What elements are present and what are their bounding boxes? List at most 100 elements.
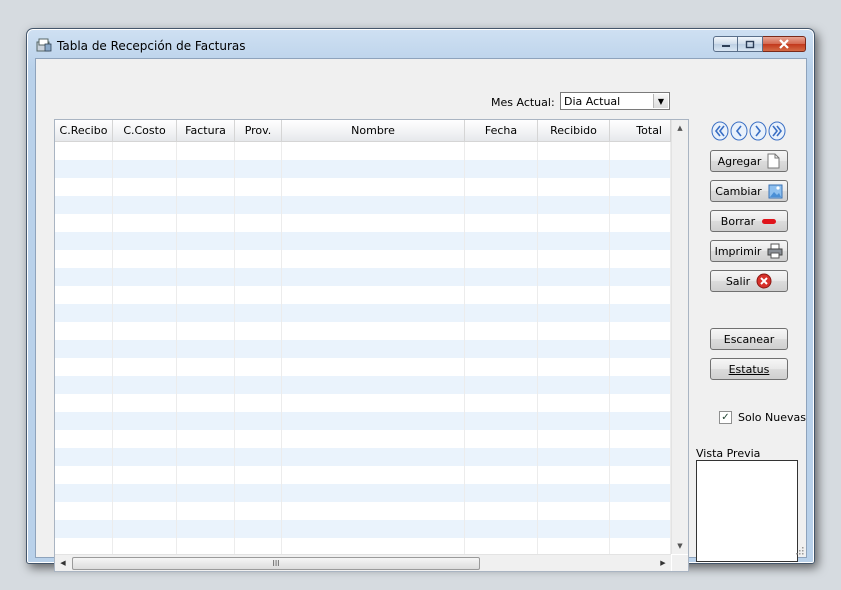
table-row[interactable] — [55, 520, 671, 538]
table-cell[interactable] — [55, 484, 113, 502]
table-cell[interactable] — [610, 502, 671, 520]
table-cell[interactable] — [177, 304, 235, 322]
table-cell[interactable] — [177, 322, 235, 340]
table-cell[interactable] — [177, 250, 235, 268]
title-bar[interactable]: Tabla de Recepción de Facturas — [27, 29, 814, 59]
table-cell[interactable] — [538, 232, 610, 250]
table-cell[interactable] — [235, 484, 282, 502]
table-cell[interactable] — [113, 412, 177, 430]
table-row[interactable] — [55, 376, 671, 394]
column-header[interactable]: C.Recibo — [55, 120, 113, 141]
table-row[interactable] — [55, 268, 671, 286]
table-cell[interactable] — [610, 448, 671, 466]
table-cell[interactable] — [177, 484, 235, 502]
maximize-button[interactable] — [738, 36, 763, 52]
table-cell[interactable] — [177, 232, 235, 250]
salir-button[interactable]: Salir — [710, 270, 788, 292]
table-cell[interactable] — [235, 142, 282, 160]
table-cell[interactable] — [113, 484, 177, 502]
table-cell[interactable] — [465, 340, 538, 358]
scroll-up-icon[interactable]: ▲ — [672, 120, 688, 136]
table-cell[interactable] — [55, 250, 113, 268]
table-cell[interactable] — [235, 340, 282, 358]
checkmark-icon[interactable]: ✓ — [719, 411, 732, 424]
table-cell[interactable] — [465, 520, 538, 538]
table-cell[interactable] — [465, 178, 538, 196]
table-cell[interactable] — [55, 376, 113, 394]
table-cell[interactable] — [177, 214, 235, 232]
table-cell[interactable] — [55, 412, 113, 430]
table-cell[interactable] — [113, 358, 177, 376]
table-cell[interactable] — [282, 520, 465, 538]
table-cell[interactable] — [282, 538, 465, 554]
table-cell[interactable] — [55, 538, 113, 554]
table-cell[interactable] — [465, 448, 538, 466]
table-cell[interactable] — [55, 160, 113, 178]
table-cell[interactable] — [610, 520, 671, 538]
table-cell[interactable] — [538, 376, 610, 394]
table-cell[interactable] — [282, 160, 465, 178]
table-row[interactable] — [55, 304, 671, 322]
table-cell[interactable] — [177, 286, 235, 304]
table-cell[interactable] — [113, 286, 177, 304]
table-cell[interactable] — [538, 214, 610, 232]
table-cell[interactable] — [538, 394, 610, 412]
table-row[interactable] — [55, 250, 671, 268]
table-cell[interactable] — [465, 538, 538, 554]
table-cell[interactable] — [55, 214, 113, 232]
table-cell[interactable] — [55, 394, 113, 412]
table-cell[interactable] — [610, 160, 671, 178]
table-cell[interactable] — [610, 250, 671, 268]
table-cell[interactable] — [465, 394, 538, 412]
scroll-right-icon[interactable]: ▶ — [655, 555, 671, 571]
table-cell[interactable] — [465, 430, 538, 448]
table-cell[interactable] — [538, 520, 610, 538]
table-cell[interactable] — [610, 232, 671, 250]
table-cell[interactable] — [538, 538, 610, 554]
table-cell[interactable] — [113, 430, 177, 448]
scroll-down-icon[interactable]: ▼ — [672, 538, 688, 554]
table-cell[interactable] — [235, 214, 282, 232]
table-cell[interactable] — [465, 304, 538, 322]
table-cell[interactable] — [610, 412, 671, 430]
table-cell[interactable] — [465, 322, 538, 340]
table-cell[interactable] — [538, 484, 610, 502]
table-cell[interactable] — [55, 196, 113, 214]
table-cell[interactable] — [235, 538, 282, 554]
table-cell[interactable] — [177, 412, 235, 430]
table-row[interactable] — [55, 430, 671, 448]
horizontal-scrollbar[interactable]: ◀ III ▶ — [55, 554, 671, 571]
table-cell[interactable] — [55, 466, 113, 484]
table-row[interactable] — [55, 538, 671, 554]
column-header[interactable]: Nombre — [282, 120, 465, 141]
table-cell[interactable] — [55, 322, 113, 340]
table-row[interactable] — [55, 160, 671, 178]
table-row[interactable] — [55, 322, 671, 340]
table-cell[interactable] — [177, 466, 235, 484]
table-cell[interactable] — [177, 160, 235, 178]
table-cell[interactable] — [55, 448, 113, 466]
table-row[interactable] — [55, 214, 671, 232]
chevron-down-icon[interactable]: ▼ — [653, 94, 668, 108]
table-cell[interactable] — [282, 286, 465, 304]
table-cell[interactable] — [282, 178, 465, 196]
table-cell[interactable] — [610, 376, 671, 394]
table-cell[interactable] — [177, 178, 235, 196]
table-cell[interactable] — [113, 322, 177, 340]
table-cell[interactable] — [235, 196, 282, 214]
borrar-button[interactable]: Borrar — [710, 210, 788, 232]
agregar-button[interactable]: Agregar — [710, 150, 788, 172]
table-cell[interactable] — [282, 394, 465, 412]
table-cell[interactable] — [55, 142, 113, 160]
table-cell[interactable] — [610, 178, 671, 196]
table-cell[interactable] — [282, 484, 465, 502]
table-cell[interactable] — [610, 322, 671, 340]
cambiar-button[interactable]: Cambiar — [710, 180, 788, 202]
table-cell[interactable] — [465, 358, 538, 376]
table-row[interactable] — [55, 196, 671, 214]
column-header[interactable]: Prov. — [235, 120, 282, 141]
table-cell[interactable] — [235, 412, 282, 430]
imprimir-button[interactable]: Imprimir — [710, 240, 788, 262]
table-cell[interactable] — [282, 196, 465, 214]
table-cell[interactable] — [235, 466, 282, 484]
